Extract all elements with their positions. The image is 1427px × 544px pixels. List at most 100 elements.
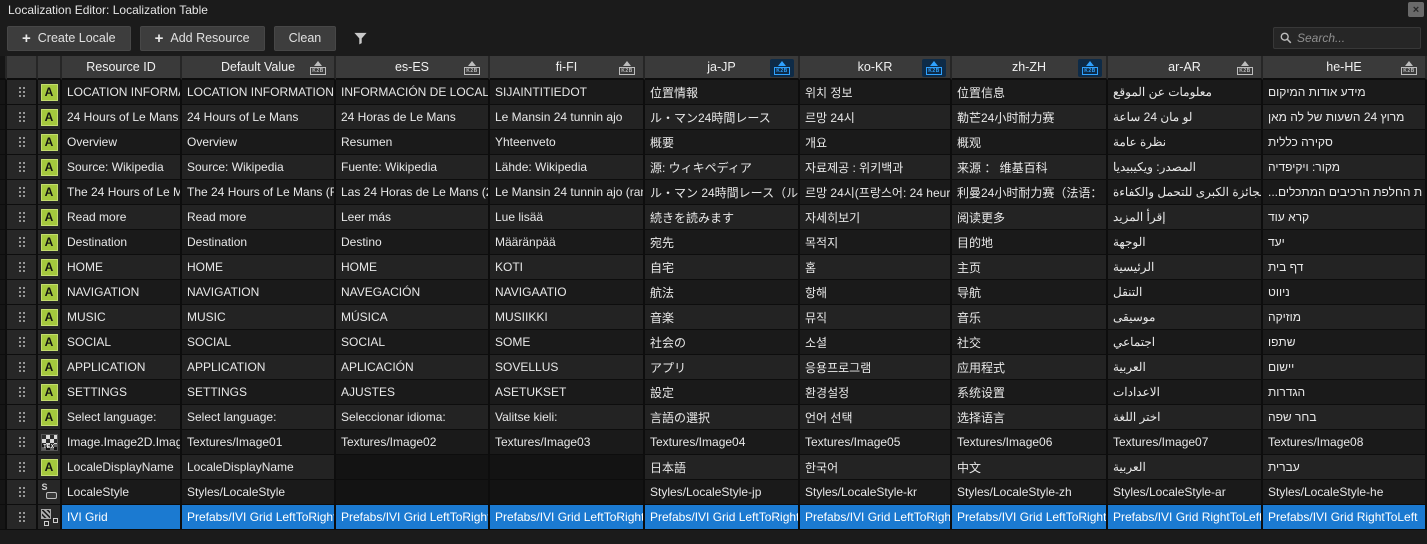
cell-zh-ZH[interactable]: 勒芒24小时耐力赛 [952, 105, 1108, 130]
cell-fi-FI[interactable]: KOTI [490, 255, 645, 280]
cell-es-ES[interactable]: APLICACIÓN [336, 355, 490, 380]
column-header-default-value[interactable]: Default Value K2B [182, 56, 336, 80]
cell-fi-FI[interactable]: Le Mansin 24 tunnin ajo (ran [490, 180, 645, 205]
search-box[interactable] [1273, 27, 1421, 49]
cell-ko-KR[interactable]: 한국어 [800, 455, 952, 480]
cell-ar-AR[interactable]: نظرة عامة [1108, 130, 1263, 155]
cell-fi-FI[interactable]: ASETUKSET [490, 380, 645, 405]
cell-ar-AR[interactable]: الرئيسية [1108, 255, 1263, 280]
table-row[interactable]: A MUSIC MUSIC MÚSICA MUSIIKKI 音楽 뮤직 音乐 موسيقى מוז… [0, 305, 1427, 330]
cell-es-ES[interactable]: HOME [336, 255, 490, 280]
kzb-export-icon[interactable]: K2B [306, 59, 330, 77]
column-header-es-ES[interactable]: es-ES K2B [336, 56, 490, 80]
cell-es-ES[interactable]: SOCIAL [336, 330, 490, 355]
cell-ar-AR[interactable]: الاعدادات [1108, 380, 1263, 405]
cell-es-ES[interactable]: Las 24 Horas de Le Mans (24 [336, 180, 490, 205]
cell-default-value[interactable]: SOCIAL [182, 330, 336, 355]
cell-resource-id[interactable]: Source: Wikipedia [62, 155, 182, 180]
kzb-export-icon[interactable]: K2B [1078, 59, 1102, 77]
cell-resource-id[interactable]: SOCIAL [62, 330, 182, 355]
cell-default-value[interactable]: HOME [182, 255, 336, 280]
drag-handle[interactable] [7, 280, 38, 305]
cell-es-ES[interactable]: INFORMACIÓN DE LOCALIZ [336, 80, 490, 105]
cell-zh-ZH[interactable]: 应用程式 [952, 355, 1108, 380]
cell-he-HE[interactable]: סקירה כללית [1263, 130, 1427, 155]
cell-ko-KR[interactable]: 환경설정 [800, 380, 952, 405]
cell-fi-FI[interactable]: NAVIGAATIO [490, 280, 645, 305]
cell-default-value[interactable]: Styles/LocaleStyle [182, 480, 336, 505]
cell-resource-id[interactable]: Overview [62, 130, 182, 155]
drag-handle[interactable] [7, 105, 38, 130]
drag-handle[interactable] [7, 455, 38, 480]
cell-ar-AR[interactable]: اختر اللغة [1108, 405, 1263, 430]
cell-resource-id[interactable]: The 24 Hours of Le M [62, 180, 182, 205]
cell-es-ES[interactable]: Textures/Image02 [336, 430, 490, 455]
column-header-he-HE[interactable]: he-HE K2B [1263, 56, 1427, 80]
kzb-export-icon[interactable]: K2B [460, 59, 484, 77]
drag-handle[interactable] [7, 255, 38, 280]
cell-resource-id[interactable]: LocaleStyle [62, 480, 182, 505]
cell-es-ES[interactable] [336, 455, 490, 480]
table-row[interactable]: TEX Image.Image2D.Imag Textures/Image01 Tex… [0, 430, 1427, 455]
drag-handle[interactable] [7, 505, 38, 530]
cell-ko-KR[interactable]: 응용프로그램 [800, 355, 952, 380]
cell-es-ES[interactable]: NAVEGACIÓN [336, 280, 490, 305]
cell-ar-AR[interactable]: الوجهة [1108, 230, 1263, 255]
cell-default-value[interactable]: 24 Hours of Le Mans [182, 105, 336, 130]
cell-fi-FI[interactable]: SIJAINTITIEDOT [490, 80, 645, 105]
cell-ja-JP[interactable]: ル・マン24時間レース [645, 105, 800, 130]
drag-handle[interactable] [7, 405, 38, 430]
cell-he-HE[interactable]: ניווט [1263, 280, 1427, 305]
table-row[interactable]: A Destination Destination Destino Määränpää 宛… [0, 230, 1427, 255]
cell-es-ES[interactable]: Fuente: Wikipedia [336, 155, 490, 180]
cell-zh-ZH[interactable]: 中文 [952, 455, 1108, 480]
drag-handle[interactable] [7, 80, 38, 105]
cell-es-ES[interactable]: Resumen [336, 130, 490, 155]
table-row[interactable]: IVI Grid Prefabs/IVI Grid LeftToRight Pref… [0, 505, 1427, 530]
cell-fi-FI[interactable]: Valitse kieli: [490, 405, 645, 430]
drag-handle[interactable] [7, 155, 38, 180]
cell-ar-AR[interactable]: معلومات عن الموقع [1108, 80, 1263, 105]
cell-ko-KR[interactable]: 목적지 [800, 230, 952, 255]
cell-ko-KR[interactable]: Styles/LocaleStyle-kr [800, 480, 952, 505]
kzb-export-icon[interactable]: K2B [1397, 59, 1421, 77]
drag-handle[interactable] [7, 230, 38, 255]
drag-handle[interactable] [7, 480, 38, 505]
cell-ja-JP[interactable]: Styles/LocaleStyle-jp [645, 480, 800, 505]
cell-ja-JP[interactable]: 位置情報 [645, 80, 800, 105]
table-row[interactable]: A HOME HOME HOME KOTI 自宅 홈 主页 الرئيسية דף בית [0, 255, 1427, 280]
cell-he-HE[interactable]: יעד [1263, 230, 1427, 255]
create-locale-button[interactable]: + Create Locale [7, 25, 131, 51]
filter-funnel-icon[interactable] [353, 31, 368, 46]
cell-ar-AR[interactable]: التنقل [1108, 280, 1263, 305]
table-row[interactable]: A APPLICATION APPLICATION APLICACIÓN SOVELLU… [0, 355, 1427, 380]
cell-fi-FI[interactable] [490, 455, 645, 480]
cell-default-value[interactable]: Textures/Image01 [182, 430, 336, 455]
cell-he-HE[interactable]: מידע אודות המיקום [1263, 80, 1427, 105]
cell-ko-KR[interactable]: 자료제공 : 위키백과 [800, 155, 952, 180]
cell-ja-JP[interactable]: 続きを読みます [645, 205, 800, 230]
cell-he-HE[interactable]: ת החלפת הרכיבים המתכלים... [1263, 180, 1427, 205]
cell-ja-JP[interactable]: 社会の [645, 330, 800, 355]
cell-he-HE[interactable]: Styles/LocaleStyle-he [1263, 480, 1427, 505]
close-icon[interactable]: × [1408, 2, 1424, 17]
cell-ar-AR[interactable]: الجائزة الكبرى للتحمل والكفاءة [1108, 180, 1263, 205]
cell-es-ES[interactable] [336, 480, 490, 505]
cell-fi-FI[interactable]: MUSIIKKI [490, 305, 645, 330]
table-row[interactable]: A NAVIGATION NAVIGATION NAVEGACIÓN NAVIGAATI… [0, 280, 1427, 305]
cell-ja-JP[interactable]: Textures/Image04 [645, 430, 800, 455]
cell-ja-JP[interactable]: 源: ウィキペディア [645, 155, 800, 180]
kzb-export-icon[interactable]: K2B [1233, 59, 1257, 77]
cell-ja-JP[interactable]: Prefabs/IVI Grid LeftToRight [645, 505, 800, 530]
cell-default-value[interactable]: Source: Wikipedia [182, 155, 336, 180]
cell-fi-FI[interactable]: Yhteenveto [490, 130, 645, 155]
cell-zh-ZH[interactable]: 利曼24小时耐力赛（法语： [952, 180, 1108, 205]
cell-ar-AR[interactable]: المصدر: ويكيبيديا [1108, 155, 1263, 180]
cell-zh-ZH[interactable]: 社交 [952, 330, 1108, 355]
cell-ar-AR[interactable]: إقرأ المزيد [1108, 205, 1263, 230]
cell-resource-id[interactable]: 24 Hours of Le Mans [62, 105, 182, 130]
table-row[interactable]: S LocaleStyle Styles/LocaleStyle Styles/Loc… [0, 480, 1427, 505]
cell-ja-JP[interactable]: 自宅 [645, 255, 800, 280]
cell-ja-JP[interactable]: 航法 [645, 280, 800, 305]
cell-resource-id[interactable]: Destination [62, 230, 182, 255]
